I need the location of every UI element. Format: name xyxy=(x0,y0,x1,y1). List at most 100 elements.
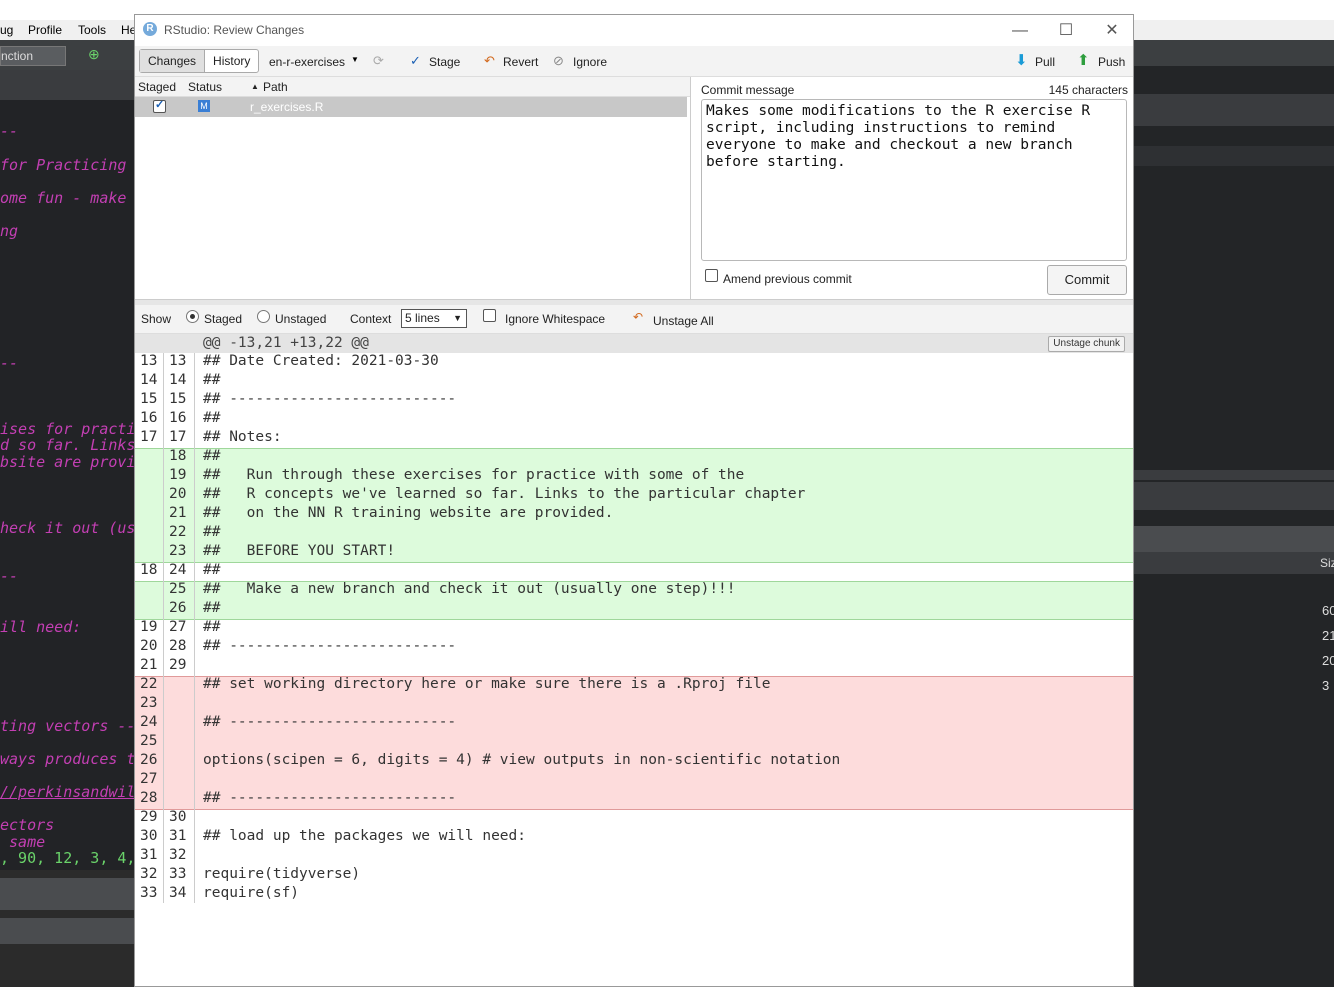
staged-radio[interactable] xyxy=(186,310,199,323)
bg-menu-item[interactable]: Profile xyxy=(28,23,62,37)
commit-button[interactable]: Commit xyxy=(1047,265,1127,295)
bg-editor-line: ome fun - make xyxy=(0,189,127,207)
changed-files-list: Staged Status ▲ Path M r_exercises.R xyxy=(135,77,691,299)
old-line-number: 32 xyxy=(140,866,158,882)
file-path: r_exercises.R xyxy=(250,100,324,114)
diff-line-code: ## xyxy=(203,372,221,388)
diff-line-code: ## xyxy=(203,619,221,635)
bg-editor-code-line: , 90, 12, 3, 4, xyxy=(0,849,134,867)
bg-size-value: 20 xyxy=(1322,653,1334,668)
diff-block-border xyxy=(135,676,1133,677)
bg-menu-item[interactable]: Tools xyxy=(78,23,106,37)
diff-line-code: ## -------------------------- xyxy=(203,391,457,407)
bg-size-header[interactable]: Siz xyxy=(1320,556,1334,570)
commit-panel: Commit message 145 characters Makes some… xyxy=(692,77,1133,299)
new-line-number: 16 xyxy=(169,410,187,426)
staged-checkbox[interactable] xyxy=(153,98,166,113)
amend-checkbox[interactable] xyxy=(705,269,718,282)
file-row[interactable]: M r_exercises.R xyxy=(135,97,687,117)
unstage-chunk-button[interactable]: Unstage chunk xyxy=(1048,336,1125,352)
diff-line-added: 21 ## on the NN R training website are pr… xyxy=(135,505,1133,524)
modified-status-icon: M xyxy=(198,100,210,112)
gutter-divider xyxy=(163,353,164,903)
diff-line-added: 26 ## xyxy=(135,600,1133,619)
new-line-number: 18 xyxy=(169,448,187,464)
old-line-number: 15 xyxy=(140,391,158,407)
commit-message-field[interactable]: Makes some modifications to the R exerci… xyxy=(701,99,1127,261)
maximize-button[interactable]: ☐ xyxy=(1043,18,1089,44)
unstage-all-icon: ↶ xyxy=(633,310,644,324)
ignore-icon: ⊘ xyxy=(553,53,564,68)
column-header-status[interactable]: Status xyxy=(188,80,222,94)
diff-line-removed: 23 xyxy=(135,695,1133,714)
file-list-header: Staged Status ▲ Path xyxy=(135,77,690,97)
bg-function-box[interactable]: nction xyxy=(0,46,66,66)
diff-block-border xyxy=(135,581,1133,582)
old-line-number: 25 xyxy=(140,733,158,749)
tab-history[interactable]: History xyxy=(205,50,258,72)
column-header-path[interactable]: Path xyxy=(263,80,288,94)
rstudio-logo-icon: R xyxy=(143,22,157,36)
diff-line-context: 19 27 ## xyxy=(135,619,1133,638)
bg-size-value: 3 xyxy=(1322,678,1330,693)
bg-editor-line: ng xyxy=(0,222,19,240)
sort-ascending-icon: ▲ xyxy=(251,82,259,91)
window-titlebar: R RStudio: Review Changes — ☐ ✕ xyxy=(135,15,1133,46)
unstaged-radio[interactable] xyxy=(257,310,270,323)
old-line-number: 29 xyxy=(140,809,158,825)
diff-line-removed: 26 options(scipen = 6, digits = 4) # view… xyxy=(135,752,1133,771)
diff-line-context: 29 30 xyxy=(135,809,1133,828)
new-line-number: 17 xyxy=(169,429,187,445)
context-select[interactable]: 5 lines ▼ xyxy=(401,309,467,328)
diff-line-code: ## Make a new branch and check it out (u… xyxy=(203,581,736,597)
push-button[interactable]: Push xyxy=(1098,55,1125,69)
unstage-all-button[interactable]: Unstage All xyxy=(653,314,714,328)
bg-add-icon[interactable]: ⊕ xyxy=(88,46,100,63)
bg-editor-line: ectors xyxy=(0,816,55,834)
review-toolbar: Changes History en-r-exercises ▼ ⟳ ✓ Sta… xyxy=(135,46,1133,77)
window-title: RStudio: Review Changes xyxy=(164,23,305,37)
diff-line-context: 20 28 ## -------------------------- xyxy=(135,638,1133,657)
refresh-icon[interactable]: ⟳ xyxy=(373,53,384,69)
new-line-number: 28 xyxy=(169,638,187,654)
old-line-number: 28 xyxy=(140,790,158,806)
ignore-whitespace-checkbox[interactable] xyxy=(483,309,496,322)
diff-line-code: ## -------------------------- xyxy=(203,790,457,806)
diff-line-context: 17 17 ## Notes: xyxy=(135,429,1133,448)
chevron-down-icon: ▼ xyxy=(453,313,462,323)
column-header-staged[interactable]: Staged xyxy=(138,80,176,94)
context-label: Context xyxy=(350,312,392,326)
new-line-number: 29 xyxy=(169,657,187,673)
tab-changes[interactable]: Changes xyxy=(140,50,206,72)
new-line-number: 20 xyxy=(169,486,187,502)
close-button[interactable]: ✕ xyxy=(1089,18,1133,44)
new-line-number: 22 xyxy=(169,524,187,540)
diff-line-code: require(sf) xyxy=(203,885,300,901)
ignore-button[interactable]: Ignore xyxy=(573,55,607,69)
diff-line-code: require(tidyverse) xyxy=(203,866,361,882)
diff-line-code: ## -------------------------- xyxy=(203,714,457,730)
bg-right-pane: Siz 60 21 20 3 xyxy=(1134,40,1334,987)
diff-line-code: ## -------------------------- xyxy=(203,638,457,654)
hunk-header: @@ -13,21 +13,22 @@ Unstage chunk xyxy=(135,334,1133,353)
old-line-number: 16 xyxy=(140,410,158,426)
stage-button[interactable]: Stage xyxy=(429,55,460,69)
branch-select[interactable]: en-r-exercises xyxy=(269,55,345,69)
old-line-number: 13 xyxy=(140,353,158,369)
old-line-number: 20 xyxy=(140,638,158,654)
revert-button[interactable]: Revert xyxy=(503,55,538,69)
diff-line-removed: 28 ## -------------------------- xyxy=(135,790,1133,809)
diff-line-code: options(scipen = 6, digits = 4) # view o… xyxy=(203,752,841,768)
diff-line-context: 18 24 ## xyxy=(135,562,1133,581)
minimize-button[interactable]: — xyxy=(997,18,1043,44)
pull-button[interactable]: Pull xyxy=(1035,55,1055,69)
bg-editor-link[interactable]: //perkinsandwil xyxy=(0,783,134,801)
bg-menu-item[interactable]: ug xyxy=(0,23,13,37)
diff-line-code: ## load up the packages we will need: xyxy=(203,828,527,844)
old-line-number: 27 xyxy=(140,771,158,787)
old-line-number: 21 xyxy=(140,657,158,673)
diff-line-context: 14 14 ## xyxy=(135,372,1133,391)
hunk-range: @@ -13,21 +13,22 @@ xyxy=(203,335,369,351)
diff-line-context: 30 31 ## load up the packages we will need… xyxy=(135,828,1133,847)
chevron-down-icon: ▼ xyxy=(351,55,359,64)
